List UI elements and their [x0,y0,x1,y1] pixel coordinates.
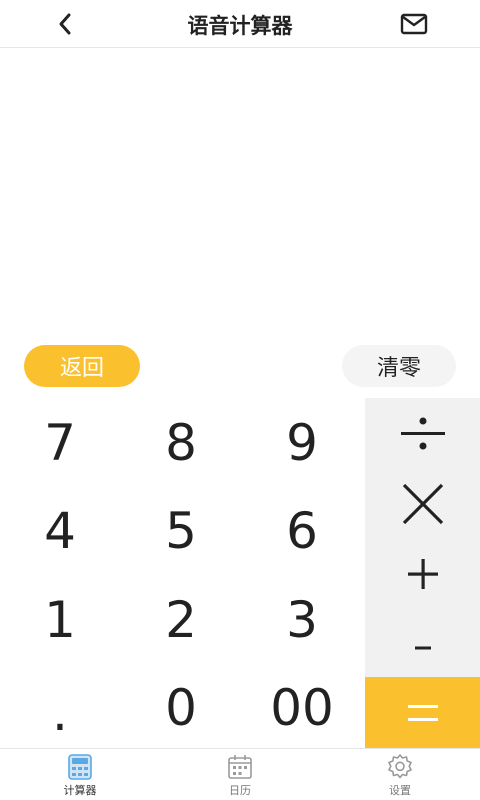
key-1[interactable]: 1 [5,585,115,655]
gear-icon [388,754,412,779]
divide-icon [400,417,445,450]
calculator-icon [68,754,92,780]
minus-button[interactable] [365,618,480,678]
plus-button[interactable] [365,544,480,604]
top-bar: 语音计算器 [0,0,480,48]
mail-button[interactable] [396,8,432,40]
return-button[interactable]: 返回 [24,345,140,387]
key-7[interactable]: 7 [5,408,115,478]
minus-icon [414,646,431,650]
key-8[interactable]: 8 [126,408,236,478]
clear-button[interactable]: 清零 [342,345,456,387]
tab-calculator-label: 计算器 [63,784,97,797]
multiply-icon [402,483,443,525]
tab-calendar-label: 日历 [229,784,251,797]
tab-settings[interactable]: 设置 [350,749,450,800]
calendar-icon [228,755,252,779]
tab-settings-label: 设置 [389,784,411,797]
key-6[interactable]: 6 [247,496,357,566]
tab-calendar[interactable]: 日历 [190,749,290,800]
key-decimal[interactable]: . [5,678,115,748]
key-9[interactable]: 9 [247,408,357,478]
key-3[interactable]: 3 [247,585,357,655]
display-area [0,49,480,339]
mail-icon [400,13,428,35]
key-0[interactable]: 0 [126,673,236,743]
key-5[interactable]: 5 [126,496,236,566]
multiply-button[interactable] [365,474,480,534]
key-4[interactable]: 4 [5,496,115,566]
bottom-tab-bar: 计算器 日历 设置 [0,748,480,800]
divide-button[interactable] [365,404,480,464]
key-00[interactable]: 00 [247,673,357,743]
plus-icon [407,559,438,589]
equals-button[interactable] [365,677,480,748]
equals-icon [407,704,438,721]
key-2[interactable]: 2 [126,585,236,655]
tab-calculator[interactable]: 计算器 [30,749,130,800]
